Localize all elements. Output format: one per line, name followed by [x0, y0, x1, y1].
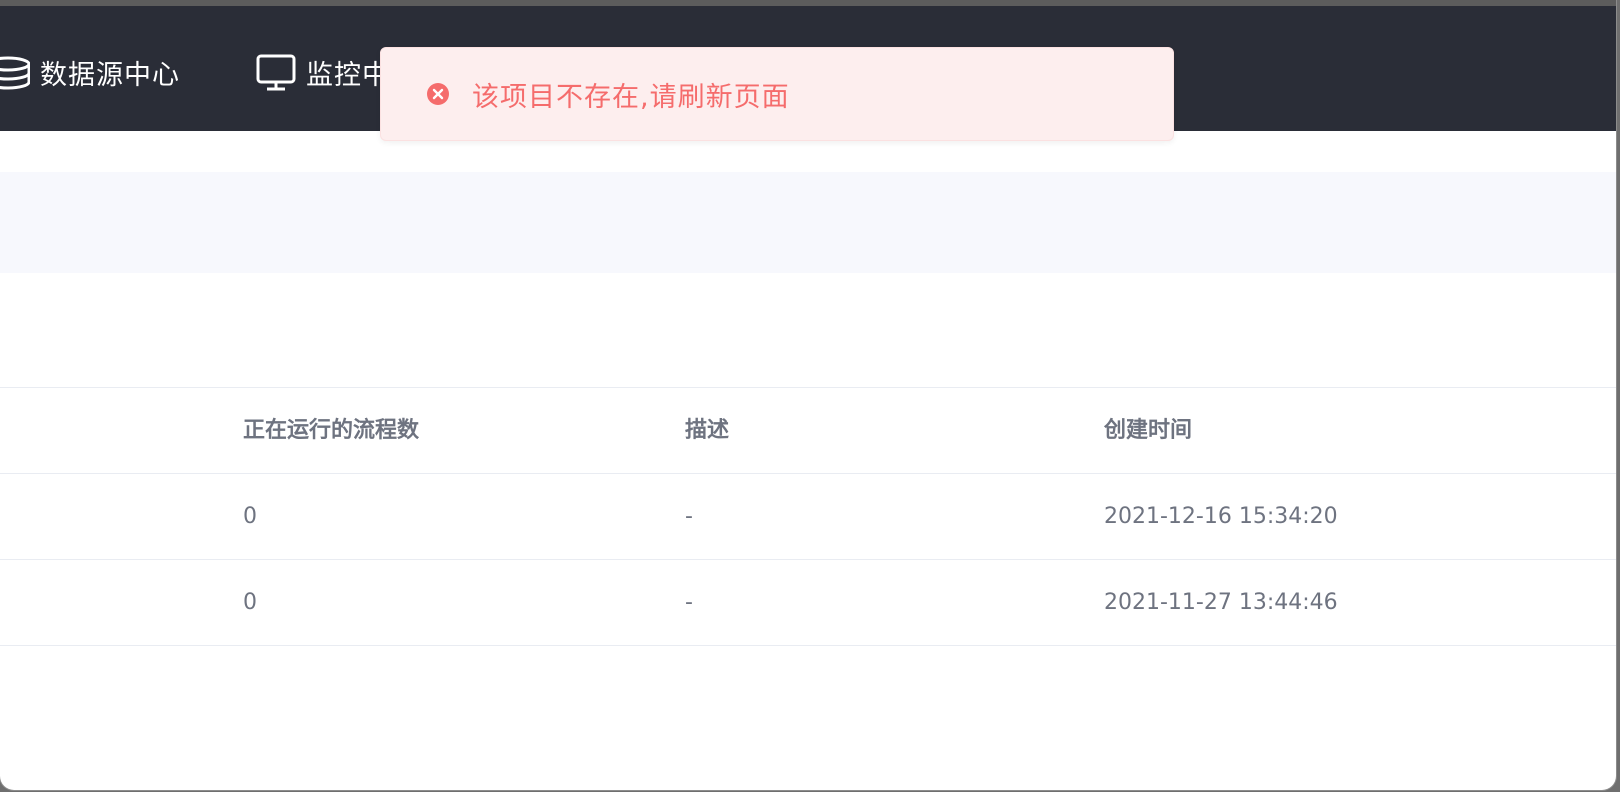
error-circle-icon	[426, 82, 450, 106]
nav-item-datasource-label: 数据源中心	[40, 60, 180, 91]
toast-message: 该项目不存在,请刷新页面	[472, 81, 790, 113]
created-time-cell: 2021-12-16 15:34:20	[1104, 504, 1338, 529]
header-running-count: 正在运行的流程数	[243, 418, 420, 443]
nav-item-monitor[interactable]: 监控中	[256, 53, 390, 92]
header-created-time: 创建时间	[1104, 418, 1193, 443]
running-count-cell: 0	[243, 590, 257, 615]
table-header-row: 正在运行的流程数 描述 创建时间	[0, 387, 1616, 474]
error-toast: 该项目不存在,请刷新页面	[380, 47, 1174, 141]
description-cell: -	[685, 504, 693, 529]
table-row[interactable]: 0 - 2021-12-16 15:34:20	[0, 474, 1616, 560]
header-description: 描述	[685, 418, 730, 443]
table-row[interactable]: 0 - 2021-11-27 13:44:46	[0, 560, 1616, 646]
filter-area	[0, 172, 1616, 273]
nav-item-monitor-label: 监控中	[306, 60, 390, 91]
database-icon	[0, 56, 30, 90]
created-time-cell: 2021-11-27 13:44:46	[1104, 590, 1338, 615]
project-table: 正在运行的流程数 描述 创建时间 0 - 2021-12-16 15:34:20…	[0, 387, 1616, 646]
monitor-icon	[256, 54, 296, 92]
running-count-cell: 0	[243, 504, 257, 529]
nav-item-datasource[interactable]: 数据源中心	[0, 53, 180, 92]
description-cell: -	[685, 590, 693, 615]
app-window: 数据源中心 监控中 正在运行的流程数 描述 创建时间 0 - 2021-12-1…	[0, 0, 1616, 790]
